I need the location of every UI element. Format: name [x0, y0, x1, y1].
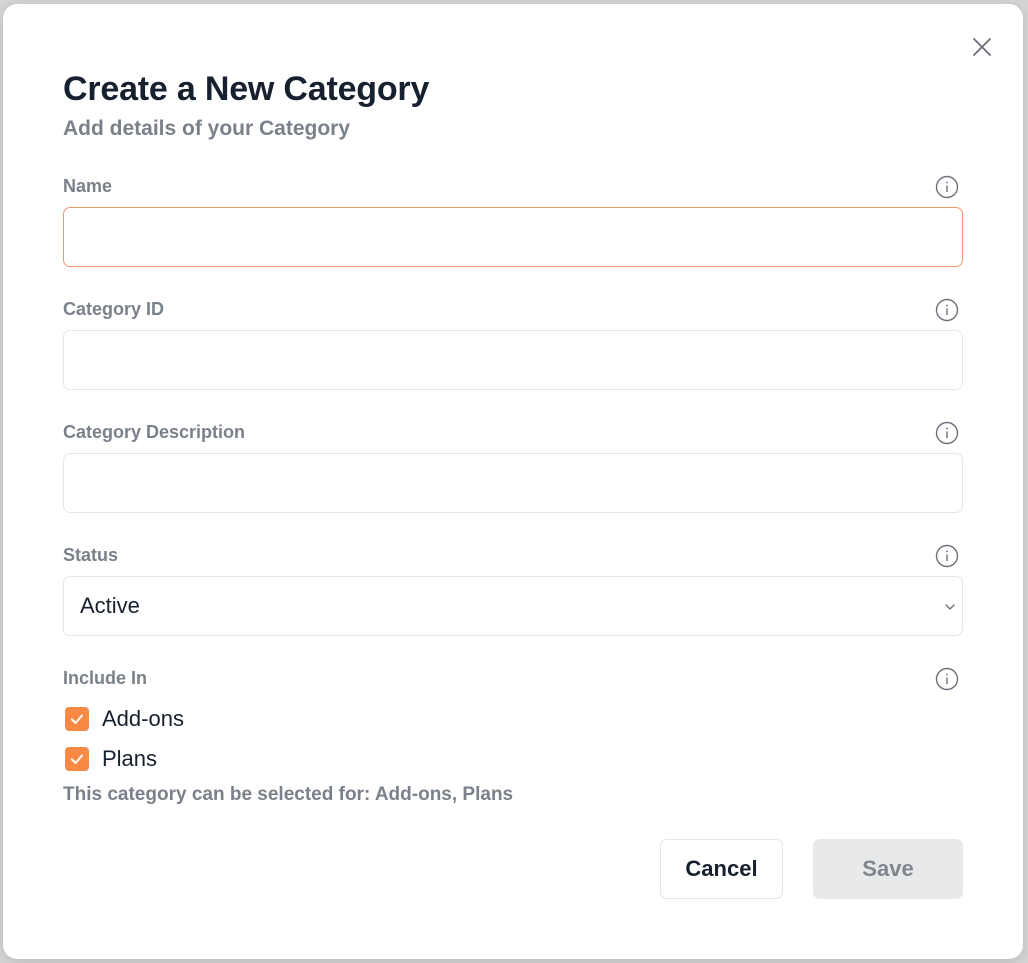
status-selected-value: Active: [80, 593, 140, 618]
category-description-label: Category Description: [63, 422, 246, 442]
category-id-label: Category ID: [63, 299, 165, 319]
name-info-button[interactable]: [935, 175, 959, 199]
checkmark-icon: [71, 714, 83, 724]
plans-checkbox[interactable]: [65, 747, 89, 771]
include-plans-option[interactable]: Plans: [65, 746, 157, 772]
modal-title: Create a New Category: [63, 70, 430, 108]
cancel-button[interactable]: Cancel: [660, 839, 783, 899]
include-addons-option[interactable]: Add-ons: [65, 706, 184, 732]
close-icon: [973, 38, 991, 56]
checkmark-icon: [71, 754, 83, 764]
category-id-input[interactable]: [63, 330, 963, 390]
info-icon: [935, 421, 959, 445]
modal-subtitle: Add details of your Category: [63, 117, 351, 140]
info-icon: [935, 175, 959, 199]
addons-label: Add-ons: [102, 706, 184, 731]
category-description-info-button[interactable]: [935, 421, 959, 445]
addons-checkbox[interactable]: [65, 707, 89, 731]
status-label: Status: [63, 545, 119, 565]
include-in-info-button[interactable]: [935, 667, 959, 691]
plans-label: Plans: [102, 746, 158, 771]
chevron-down-icon: [945, 604, 955, 610]
category-id-info-button[interactable]: [935, 298, 959, 322]
include-in-hint: This category can be selected for: Add-o…: [63, 784, 514, 805]
create-category-modal: Create a New Category Add details of you…: [3, 4, 1023, 959]
include-in-label: Include In: [63, 668, 148, 688]
status-info-button[interactable]: [935, 544, 959, 568]
info-icon: [935, 667, 959, 691]
info-icon: [935, 544, 959, 568]
status-select[interactable]: Active: [63, 576, 963, 636]
info-icon: [935, 298, 959, 322]
save-button[interactable]: Save: [813, 839, 963, 899]
name-input[interactable]: [63, 207, 963, 267]
close-button[interactable]: [969, 34, 995, 60]
category-description-input[interactable]: [63, 453, 963, 513]
name-label: Name: [63, 176, 113, 196]
